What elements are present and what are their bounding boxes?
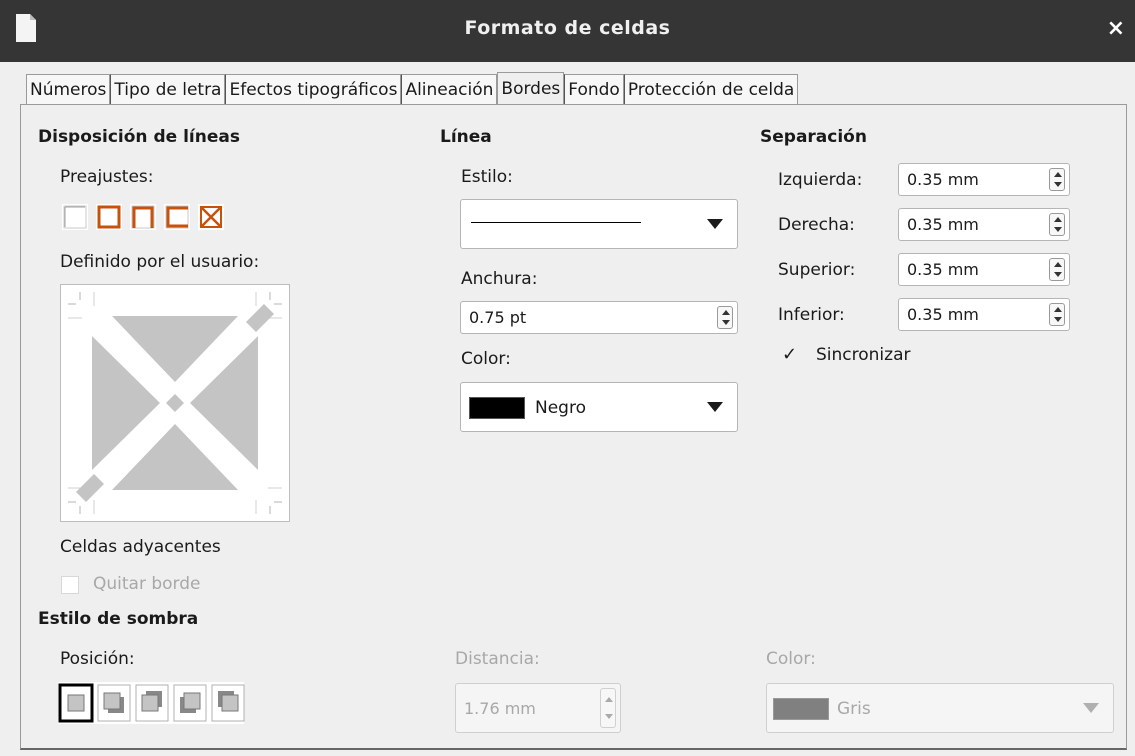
line-color-value: Negro [535,398,586,418]
tab-alineacion[interactable]: Alineación [401,74,498,105]
title-bar: Formato de celdas × [0,0,1135,62]
padding-bottom-label: Inferior: [778,305,845,325]
spin-buttons-icon[interactable] [717,306,733,329]
tab-numeros[interactable]: Números [26,74,111,105]
shadow-distance-spinbox[interactable]: 1.76 mm [455,683,621,733]
tab-bar: Números Tipo de letra Efectos tipográfic… [26,72,799,105]
line-arrangement-heading: Disposición de líneas [38,127,240,147]
shadow-position-label: Posición: [60,649,135,669]
shadow-position-group [58,682,246,724]
tab-proteccion-de-celda[interactable]: Protección de celda [623,74,799,105]
shadow-distance-label: Distancia: [455,649,540,669]
chevron-down-icon [1083,703,1099,713]
remove-border-checkbox[interactable] [61,576,79,594]
preset-none-icon[interactable] [62,204,88,230]
spin-buttons-icon[interactable] [1049,303,1065,326]
preset-diagonals-icon[interactable] [198,204,224,230]
padding-bottom-value: 0.35 mm [907,305,979,324]
shadow-bottom-right-icon[interactable] [96,682,132,724]
shadow-top-left-icon[interactable] [210,682,246,724]
shadow-color-label: Color: [766,649,816,669]
tab-bordes[interactable]: Bordes [497,72,565,105]
line-style-preview [471,222,641,223]
spin-buttons-icon[interactable] [1049,258,1065,281]
sync-label: Sincronizar [816,345,911,365]
preset-outer-border-icon[interactable] [96,204,122,230]
tab-tipo-de-letra[interactable]: Tipo de letra [110,74,226,105]
user-defined-label: Definido por el usuario: [60,252,260,272]
shadow-color-value: Gris [837,699,871,719]
padding-heading: Separación [760,127,867,147]
padding-left-spinbox[interactable]: 0.35 mm [898,163,1070,196]
line-width-label: Anchura: [461,269,538,289]
padding-right-value: 0.35 mm [907,215,979,234]
chevron-down-icon [707,219,723,229]
window-title: Formato de celdas [464,17,671,39]
line-style-dropdown[interactable] [460,199,738,249]
line-width-value: 0.75 pt [469,308,527,327]
presets-group [60,202,236,232]
line-color-label: Color: [461,349,511,369]
tab-efectos-tipograficos[interactable]: Efectos tipográficos [225,74,402,105]
shadow-top-right-icon[interactable] [134,682,170,724]
color-swatch [773,698,829,720]
padding-bottom-spinbox[interactable]: 0.35 mm [898,298,1070,331]
line-style-label: Estilo: [461,167,513,187]
presets-label: Preajustes: [60,167,154,187]
spin-buttons-icon[interactable] [1049,213,1065,236]
line-heading: Línea [440,127,492,147]
tab-fondo[interactable]: Fondo [564,74,624,105]
padding-top-spinbox[interactable]: 0.35 mm [898,253,1070,286]
padding-top-label: Superior: [778,260,856,280]
padding-top-value: 0.35 mm [907,260,979,279]
close-icon[interactable]: × [1107,16,1125,41]
shadow-distance-value: 1.76 mm [464,699,536,718]
padding-right-spinbox[interactable]: 0.35 mm [898,208,1070,241]
padding-right-label: Derecha: [778,215,855,235]
checkmark-icon[interactable]: ✓ [782,344,797,365]
line-width-spinbox[interactable]: 0.75 pt [460,301,738,334]
adjacent-cells-heading: Celdas adyacentes [60,537,221,557]
spin-buttons-icon[interactable] [1049,168,1065,191]
shadow-heading: Estilo de sombra [38,609,199,629]
line-color-dropdown[interactable]: Negro [460,382,738,432]
shadow-none-icon[interactable] [58,682,94,724]
spin-buttons-icon[interactable] [600,688,616,728]
shadow-color-dropdown[interactable]: Gris [766,683,1114,733]
shadow-bottom-left-icon[interactable] [172,682,208,724]
padding-left-label: Izquierda: [778,170,863,190]
remove-border-label: Quitar borde [93,574,201,594]
chevron-down-icon [707,402,723,412]
preset-outer-no-bottom-icon[interactable] [130,204,156,230]
preset-top-left-bottom-icon[interactable] [164,204,190,230]
padding-left-value: 0.35 mm [907,170,979,189]
color-swatch [469,397,525,419]
border-preview[interactable] [60,284,290,522]
